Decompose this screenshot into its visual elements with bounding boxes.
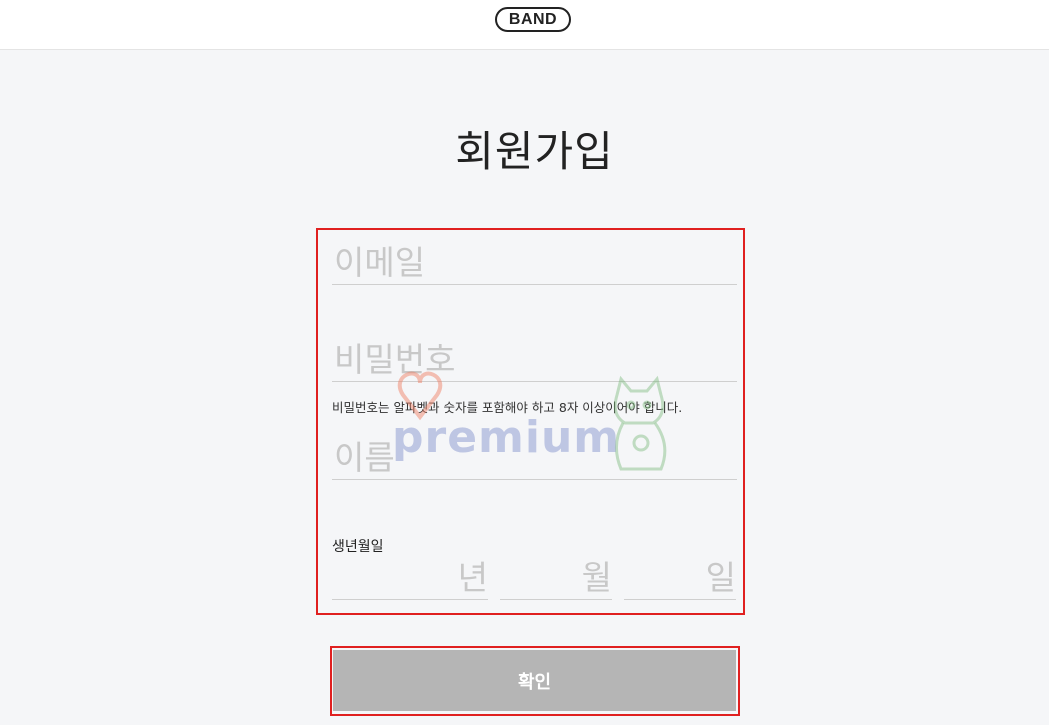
birthdate-label: 생년월일 [332, 539, 384, 555]
page-title: 회원가입 [455, 127, 614, 176]
email-input[interactable] [332, 240, 739, 284]
top-header: BAND [0, 0, 1049, 50]
watermark-text: premium [392, 412, 621, 463]
birth-day-input[interactable] [624, 555, 736, 599]
birth-month-input[interactable] [500, 555, 612, 599]
email-field-wrapper [332, 240, 739, 285]
birth-month-wrapper [500, 555, 612, 600]
password-input[interactable] [332, 337, 739, 381]
confirm-button[interactable]: 확인 [333, 650, 736, 711]
birth-year-input[interactable] [332, 555, 488, 599]
band-logo[interactable]: BAND [495, 7, 571, 32]
birth-day-wrapper [624, 555, 736, 600]
birth-year-wrapper [332, 555, 488, 600]
password-field-wrapper [332, 337, 739, 382]
